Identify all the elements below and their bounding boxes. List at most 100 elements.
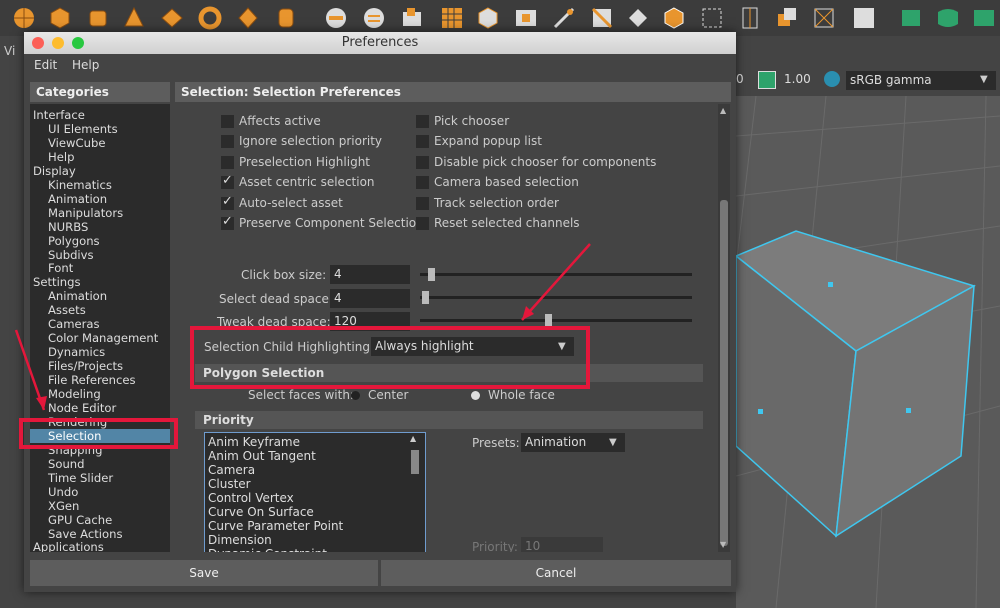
- categories-list[interactable]: Interface UI Elements ViewCube Help Display K…: [30, 104, 170, 552]
- slide-edge-icon[interactable]: [738, 6, 762, 30]
- category-item[interactable]: Assets: [48, 303, 86, 317]
- priority-list-item[interactable]: Curve On Surface: [208, 505, 314, 519]
- grid-icon[interactable]: [440, 6, 464, 30]
- save-button[interactable]: Save: [30, 560, 378, 586]
- chevron-down-icon[interactable]: ▼: [980, 74, 988, 85]
- checkbox[interactable]: [221, 115, 234, 128]
- smooth-icon[interactable]: [400, 6, 424, 30]
- category-item[interactable]: Animation: [48, 192, 107, 206]
- exposure-value[interactable]: 0: [736, 72, 744, 86]
- priority-list-item[interactable]: Dimension: [208, 533, 272, 547]
- category-item[interactable]: Display: [33, 164, 76, 178]
- center-radio[interactable]: [351, 391, 360, 400]
- category-item[interactable]: Settings: [33, 275, 81, 289]
- priority-list-item[interactable]: Anim Keyframe: [208, 435, 300, 449]
- cancel-button[interactable]: Cancel: [381, 560, 731, 586]
- merge-icon[interactable]: [662, 6, 686, 30]
- target-weld-icon[interactable]: [626, 6, 650, 30]
- category-item[interactable]: Interface: [33, 108, 85, 122]
- checkbox[interactable]: [221, 173, 234, 190]
- quad-draw-icon[interactable]: [700, 6, 724, 30]
- menu-edit[interactable]: Edit: [34, 58, 57, 72]
- uv-planar-icon[interactable]: [900, 6, 924, 30]
- category-item[interactable]: Dynamics: [48, 345, 105, 359]
- priority-field[interactable]: 10: [521, 537, 603, 552]
- pipe-icon[interactable]: [274, 6, 298, 30]
- pane-scrollbar[interactable]: ▲ ▼: [718, 104, 730, 552]
- priority-list-item[interactable]: Control Vertex: [208, 491, 294, 505]
- click-box-slider[interactable]: [420, 273, 692, 276]
- color-management-icon[interactable]: [824, 71, 840, 87]
- priority-list-item[interactable]: Curve Parameter Point: [208, 519, 343, 533]
- cone-icon[interactable]: [122, 6, 146, 30]
- uv-spherical-icon[interactable]: [972, 6, 996, 30]
- priority-list-item[interactable]: Anim Out Tangent: [208, 449, 316, 463]
- checkbox[interactable]: [416, 196, 429, 210]
- wedge-icon[interactable]: [774, 6, 798, 30]
- cube-icon[interactable]: [48, 6, 72, 30]
- gamma-value[interactable]: 1.00: [784, 72, 811, 86]
- category-item[interactable]: Manipulators: [48, 206, 123, 220]
- priority-list-item[interactable]: Dynamic Constraint: [208, 547, 327, 552]
- category-item[interactable]: Files/Projects: [48, 359, 123, 373]
- exposure-toggle-icon[interactable]: [758, 71, 776, 89]
- select-dead-space-slider-handle[interactable]: [422, 291, 429, 304]
- select-dead-space-slider[interactable]: [420, 296, 692, 299]
- priority-list-item[interactable]: Camera: [208, 463, 255, 477]
- category-item[interactable]: Save Actions: [48, 527, 123, 541]
- tweak-dead-space-slider[interactable]: [420, 319, 692, 322]
- torus-icon[interactable]: [198, 6, 222, 30]
- checkbox[interactable]: [416, 217, 429, 230]
- checkbox[interactable]: [416, 115, 429, 128]
- category-item[interactable]: Applications: [33, 540, 104, 552]
- close-icon[interactable]: [32, 37, 44, 49]
- category-item[interactable]: Help: [48, 150, 74, 164]
- priority-list[interactable]: Anim Keyframe Anim Out Tangent Camera Clust…: [204, 432, 426, 552]
- category-item[interactable]: Polygons: [48, 234, 100, 248]
- checkbox[interactable]: [221, 214, 234, 230]
- click-box-field[interactable]: 4: [330, 265, 410, 284]
- cylinder-icon[interactable]: [86, 6, 110, 30]
- click-box-slider-handle[interactable]: [428, 268, 435, 281]
- priority-list-item[interactable]: Cluster: [208, 477, 251, 491]
- maximize-icon[interactable]: [72, 37, 84, 49]
- uv-cylindrical-icon[interactable]: [936, 6, 960, 30]
- category-item[interactable]: Undo: [48, 485, 78, 499]
- category-item[interactable]: Kinematics: [48, 178, 112, 192]
- mirror-icon[interactable]: [852, 6, 876, 30]
- select-dead-space-field[interactable]: 4: [330, 289, 410, 308]
- category-item[interactable]: Node Editor: [48, 401, 116, 415]
- category-item[interactable]: Sound: [48, 457, 85, 471]
- whole-face-radio[interactable]: [471, 391, 480, 400]
- category-item[interactable]: XGen: [48, 499, 79, 513]
- category-item[interactable]: Font: [48, 261, 73, 275]
- viewport-3d[interactable]: [736, 96, 1000, 608]
- checkbox[interactable]: [416, 155, 429, 169]
- category-item[interactable]: File References: [48, 373, 136, 387]
- category-item[interactable]: Time Slider: [48, 471, 113, 485]
- plane-icon[interactable]: [160, 6, 184, 30]
- category-item[interactable]: Modeling: [48, 387, 101, 401]
- scroll-up-icon[interactable]: ▲: [410, 434, 416, 443]
- combine-icon[interactable]: [324, 6, 348, 30]
- checkbox[interactable]: [221, 194, 234, 210]
- category-item[interactable]: NURBS: [48, 220, 88, 234]
- menu-help[interactable]: Help: [72, 58, 99, 72]
- category-item[interactable]: GPU Cache: [48, 513, 112, 527]
- multicut-icon[interactable]: [552, 6, 576, 30]
- panel-menu-label[interactable]: Vi: [4, 44, 15, 58]
- checkbox[interactable]: [416, 176, 429, 190]
- separate-icon[interactable]: [362, 6, 386, 30]
- minimize-icon[interactable]: [52, 37, 64, 49]
- extrude-icon[interactable]: [476, 6, 500, 30]
- bevel-icon[interactable]: [590, 6, 614, 30]
- category-item[interactable]: Animation: [48, 289, 107, 303]
- checkbox[interactable]: [221, 155, 234, 169]
- view-transform-dropdown[interactable]: sRGB gamma: [846, 71, 996, 90]
- category-item[interactable]: Subdivs: [48, 248, 94, 262]
- category-item[interactable]: Color Management: [48, 331, 158, 345]
- pane-scrollbar-thumb[interactable]: [720, 200, 728, 546]
- bridge-icon[interactable]: [514, 6, 538, 30]
- priority-list-scrollbar[interactable]: [411, 450, 419, 474]
- checkbox[interactable]: [221, 135, 234, 149]
